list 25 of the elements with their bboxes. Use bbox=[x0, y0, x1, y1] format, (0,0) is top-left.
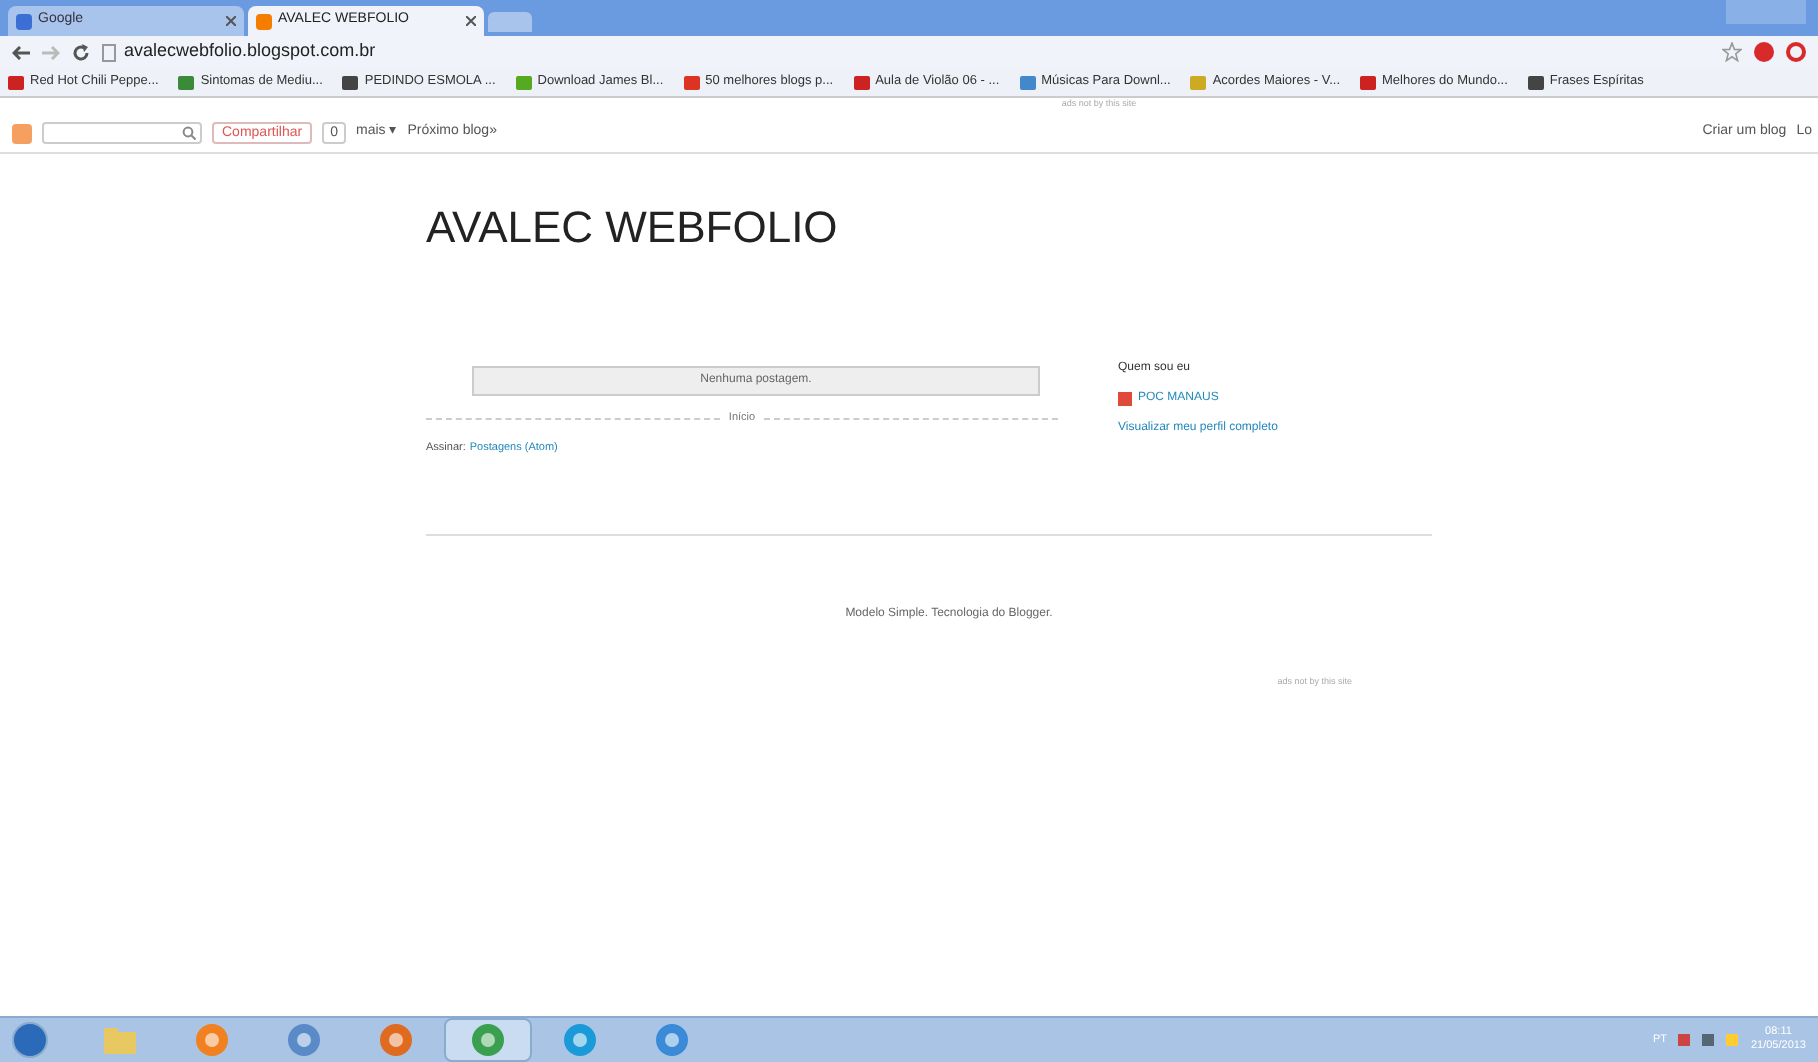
taskbar-app[interactable] bbox=[444, 1018, 532, 1062]
circle-app-icon bbox=[380, 1024, 412, 1056]
circle-app-icon bbox=[564, 1024, 596, 1056]
circle-app-icon bbox=[196, 1024, 228, 1056]
blogger-icon[interactable] bbox=[12, 123, 32, 143]
start-button[interactable] bbox=[12, 1022, 48, 1058]
circle-app-icon bbox=[288, 1024, 320, 1056]
back-icon[interactable] bbox=[12, 45, 30, 59]
new-tab-button[interactable] bbox=[488, 12, 532, 32]
profile-icon bbox=[1118, 392, 1132, 406]
blog-title: AVALEC WEBFOLIO bbox=[426, 206, 840, 250]
close-icon[interactable] bbox=[466, 16, 476, 26]
search-icon bbox=[182, 126, 196, 140]
reload-icon[interactable] bbox=[72, 43, 90, 61]
blogger-icon bbox=[256, 13, 272, 29]
block-icon[interactable] bbox=[1786, 42, 1806, 62]
circle-app-icon bbox=[472, 1024, 504, 1056]
close-icon[interactable] bbox=[226, 16, 236, 26]
star-icon[interactable] bbox=[1722, 42, 1742, 62]
folder-icon bbox=[104, 1027, 136, 1053]
google-icon bbox=[16, 13, 32, 29]
search-field[interactable] bbox=[42, 122, 202, 144]
circle-app-icon bbox=[656, 1024, 688, 1056]
extension-icon[interactable] bbox=[1754, 42, 1774, 62]
forward-icon[interactable] bbox=[42, 45, 60, 59]
